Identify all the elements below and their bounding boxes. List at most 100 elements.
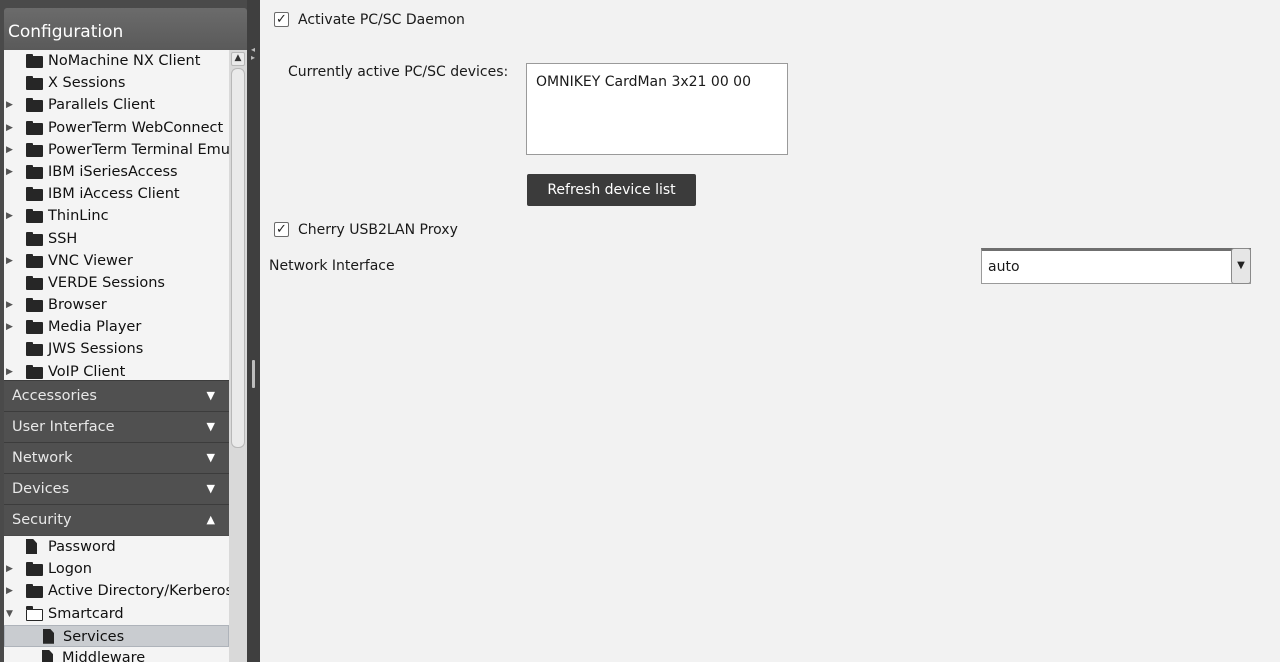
category-label: Accessories xyxy=(12,388,97,404)
active-devices-label: Currently active PC/SC devices: xyxy=(288,64,509,80)
tree-item-label: Active Directory/Kerberos xyxy=(48,583,229,600)
tree-item[interactable]: ▶ Parallels Client xyxy=(4,94,229,116)
tree-item-label: JWS Sessions xyxy=(48,341,144,358)
sidebar-title: Configuration xyxy=(4,8,247,50)
folder-icon xyxy=(26,164,43,179)
chevron-down-icon[interactable]: ▼ xyxy=(207,443,215,473)
collapse-arrows-icon[interactable]: ◂ ▸ xyxy=(251,46,255,62)
tree-item[interactable]: ▶ PowerTerm Terminal Emulation xyxy=(4,139,229,161)
chevron-down-icon[interactable]: ▼ xyxy=(207,474,215,504)
expand-arrow-icon[interactable]: ▶ xyxy=(6,117,16,139)
tree-item-label: VERDE Sessions xyxy=(48,274,165,291)
splitter-grip[interactable] xyxy=(252,360,255,388)
tree-item-label: NoMachine NX Client xyxy=(48,53,201,69)
tree-item[interactable]: ▶ VNC Viewer xyxy=(4,250,229,272)
category-label: Network xyxy=(12,450,73,466)
folder-icon xyxy=(26,275,43,290)
scroll-up-icon[interactable]: ▲ xyxy=(231,52,245,66)
tree-item[interactable]: SSH xyxy=(4,228,229,250)
tree-item[interactable]: ▶ Browser xyxy=(4,294,229,316)
tree-item-label: IBM iAccess Client xyxy=(48,186,180,203)
tree-item[interactable]: ▶ Active Directory/Kerberos xyxy=(4,580,229,602)
activate-pcsc-label: Activate PC/SC Daemon xyxy=(298,12,465,28)
expand-arrow-icon[interactable]: ▶ xyxy=(6,361,16,380)
expand-arrow-icon[interactable]: ▶ xyxy=(6,250,16,272)
tree-item-label: Media Player xyxy=(48,319,142,336)
expand-arrow-icon[interactable]: ▶ xyxy=(6,205,16,227)
category-label: User Interface xyxy=(12,419,115,435)
dropdown-arrow-icon[interactable]: ▼ xyxy=(1231,248,1251,284)
expand-arrow-icon[interactable]: ▶ xyxy=(6,294,16,316)
document-icon xyxy=(42,649,53,662)
expand-arrow-icon[interactable]: ▶ xyxy=(6,580,16,602)
folder-icon xyxy=(26,76,43,91)
expand-arrow-icon[interactable]: ▼ xyxy=(6,603,16,625)
folder-icon xyxy=(26,298,43,313)
network-interface-select[interactable]: auto ▼ xyxy=(981,248,1251,284)
tree-item-label: VNC Viewer xyxy=(48,252,133,269)
tree-item[interactable]: VERDE Sessions xyxy=(4,272,229,294)
expand-arrow-icon[interactable]: ▶ xyxy=(6,558,16,580)
tree-item-label: SSH xyxy=(48,230,78,247)
tree-item[interactable]: ▼ Smartcard xyxy=(4,603,229,625)
folder-icon xyxy=(26,98,43,113)
tree-item[interactable]: ▶ Logon xyxy=(4,558,229,580)
main-panel: ✓ Activate PC/SC Daemon Currently active… xyxy=(260,0,1280,662)
folder-icon xyxy=(26,584,43,599)
scrollbar-thumb[interactable] xyxy=(231,68,245,448)
tree-item[interactable]: ▶ PowerTerm WebConnect xyxy=(4,117,229,139)
chevron-up-icon[interactable]: ▲ xyxy=(207,505,215,535)
tree-scrollbar[interactable]: ▲ xyxy=(229,50,247,662)
tree-item[interactable]: Password xyxy=(4,536,229,558)
network-interface-label: Network Interface xyxy=(269,258,395,274)
category-accessories[interactable]: Accessories ▼ xyxy=(4,380,229,411)
category-user-interface[interactable]: User Interface ▼ xyxy=(4,411,229,442)
refresh-device-list-button[interactable]: Refresh device list xyxy=(527,174,696,206)
expand-arrow-icon[interactable]: ▶ xyxy=(6,161,16,183)
category-network[interactable]: Network ▼ xyxy=(4,442,229,473)
tree-item[interactable]: ▶ VoIP Client xyxy=(4,361,229,380)
tree-item[interactable]: IBM iAccess Client xyxy=(4,183,229,205)
category-list: Accessories ▼ User Interface ▼ Network ▼ Devic… xyxy=(4,380,229,535)
category-security[interactable]: Security ▲ xyxy=(4,504,229,535)
expand-arrow-icon[interactable]: ▶ xyxy=(6,139,16,161)
chevron-down-icon[interactable]: ▼ xyxy=(207,412,215,442)
tree-item-label: Logon xyxy=(48,561,92,578)
tree-item-label: Smartcard xyxy=(48,605,124,622)
tree-item-label: X Sessions xyxy=(48,75,126,92)
tree-item-label: Services xyxy=(63,628,125,645)
config-tree-security: Password ▶ Logon ▶ Active Directory/Kerberos… xyxy=(4,536,229,662)
category-devices[interactable]: Devices ▼ xyxy=(4,473,229,504)
folder-icon xyxy=(25,606,43,621)
activate-pcsc-checkbox[interactable]: ✓ xyxy=(274,12,289,27)
panel-splitter[interactable]: ◂ ▸ xyxy=(247,0,260,662)
tree-item-label: IBM iSeriesAccess xyxy=(48,163,178,180)
expand-arrow-icon[interactable]: ▶ xyxy=(6,94,16,116)
tree-item-label: VoIP Client xyxy=(48,363,126,380)
folder-icon xyxy=(26,187,43,202)
expand-arrow-icon[interactable]: ▶ xyxy=(6,316,16,338)
tree-item-label: Password xyxy=(48,539,116,555)
folder-icon xyxy=(26,562,43,577)
tree-item-label: Browser xyxy=(48,297,107,314)
folder-icon xyxy=(26,364,43,379)
sidebar: Configuration NoMachine NX Client X Sessi… xyxy=(0,0,247,662)
tree-item[interactable]: X Sessions xyxy=(4,72,229,94)
tree-item-label: ThinLinc xyxy=(48,208,109,225)
category-label: Devices xyxy=(12,481,70,497)
tree-item[interactable]: Middleware xyxy=(4,647,229,662)
cherry-proxy-label: Cherry USB2LAN Proxy xyxy=(298,222,458,238)
folder-icon xyxy=(26,120,43,135)
folder-icon xyxy=(26,342,43,357)
tree-item[interactable]: Services xyxy=(4,624,229,647)
tree-item[interactable]: JWS Sessions xyxy=(4,338,229,360)
chevron-down-icon[interactable]: ▼ xyxy=(207,381,215,411)
cherry-proxy-checkbox[interactable]: ✓ xyxy=(274,222,289,237)
tree-item[interactable]: ▶ ThinLinc xyxy=(4,205,229,227)
device-item[interactable]: OMNIKEY CardMan 3x21 00 00 xyxy=(536,74,778,90)
tree-item[interactable]: ▶ IBM iSeriesAccess xyxy=(4,161,229,183)
active-devices-list[interactable]: OMNIKEY CardMan 3x21 00 00 xyxy=(526,63,788,155)
tree-item[interactable]: ▶ Media Player xyxy=(4,316,229,338)
folder-icon xyxy=(26,320,43,335)
tree-item[interactable]: NoMachine NX Client xyxy=(4,50,229,72)
